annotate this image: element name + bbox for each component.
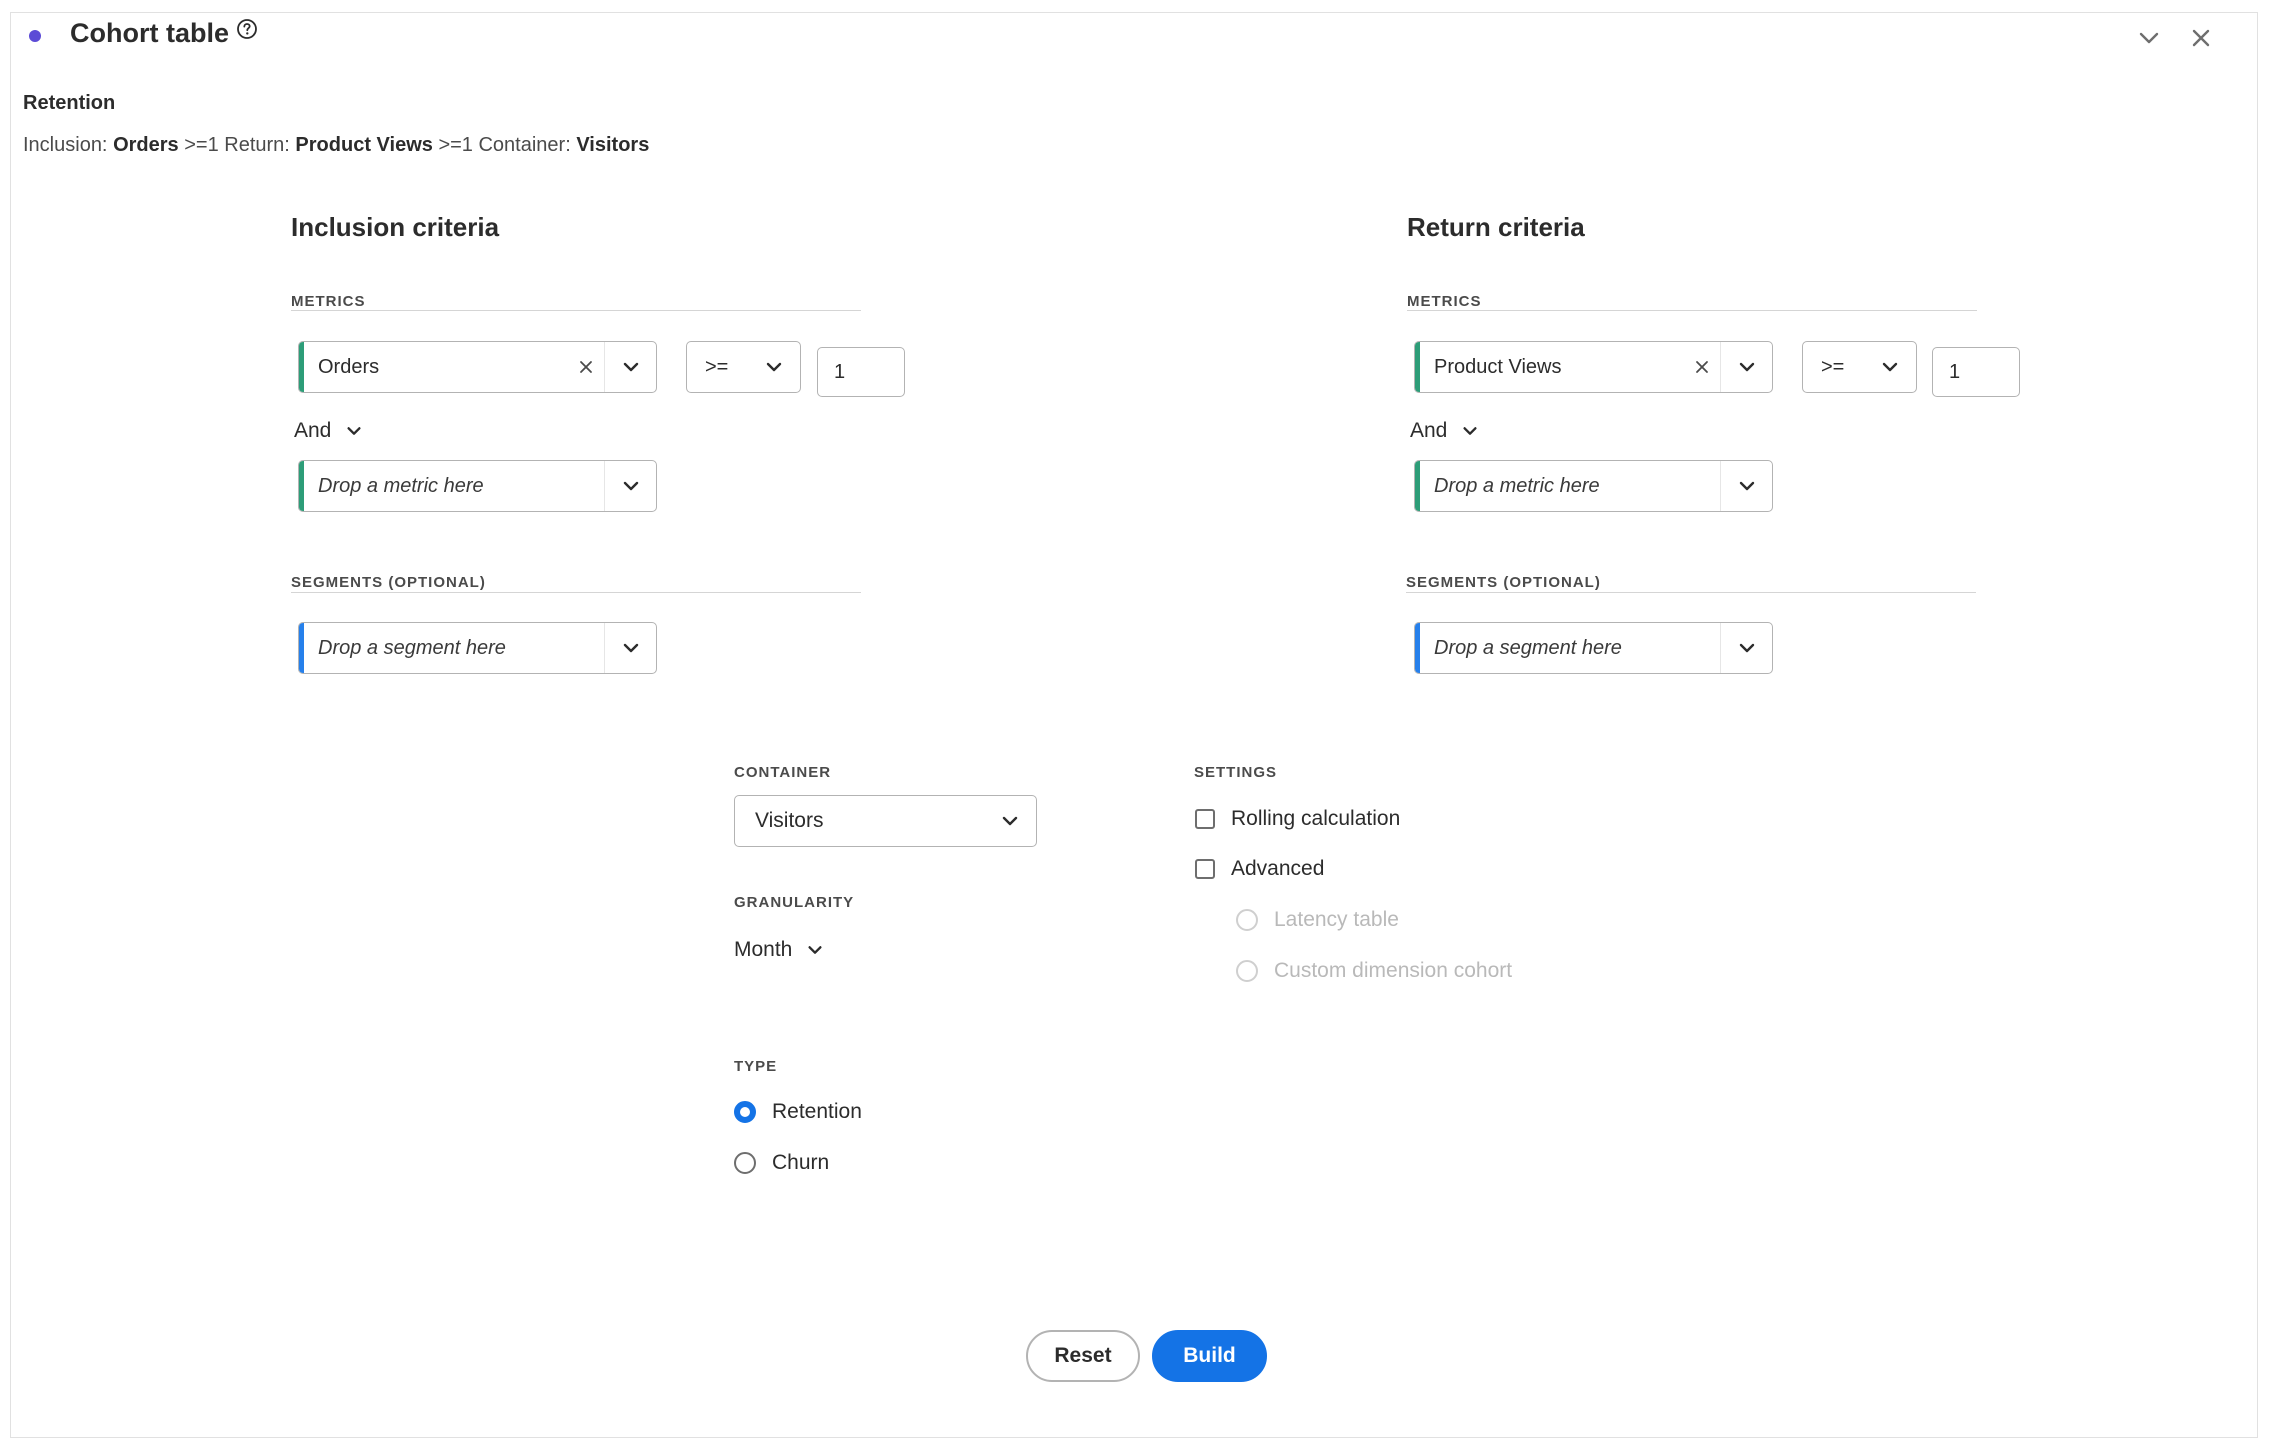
- cohort-type-heading: Retention: [23, 92, 116, 114]
- advanced-checkbox[interactable]: Advanced: [1195, 857, 1324, 881]
- rolling-calculation-checkbox[interactable]: Rolling calculation: [1195, 807, 1400, 831]
- chevron-down-icon: [1002, 816, 1018, 826]
- inclusion-add-metric-dropzone[interactable]: Drop a metric here: [298, 460, 657, 512]
- return-value-input[interactable]: [1932, 347, 2020, 397]
- radio-disabled-icon: [1236, 960, 1258, 982]
- and-label: And: [294, 419, 332, 442]
- summary-return-condition: >=1: [438, 134, 473, 156]
- chevron-down-icon: [1463, 427, 1477, 435]
- type-option-churn[interactable]: Churn: [734, 1151, 829, 1175]
- inclusion-segments-divider: [291, 592, 861, 593]
- and-label: And: [1410, 419, 1448, 442]
- panel-title: Cohort table: [70, 18, 229, 48]
- summary-inclusion-condition: >=1: [184, 134, 219, 156]
- return-metrics-label: METRICS: [1407, 293, 1482, 310]
- clear-icon[interactable]: [568, 342, 604, 392]
- settings-label: SETTINGS: [1194, 764, 1278, 781]
- summary-return-label: Return:: [224, 134, 290, 156]
- cohort-summary: Inclusion: Orders >=1 Return: Product Vi…: [23, 134, 649, 157]
- return-segments-divider: [1406, 592, 1976, 593]
- inclusion-and-toggle[interactable]: And: [294, 419, 363, 443]
- type-option-retention[interactable]: Retention: [734, 1100, 862, 1124]
- checkbox-icon[interactable]: [1195, 809, 1215, 829]
- inclusion-segment-dropzone[interactable]: Drop a segment here: [298, 622, 657, 674]
- return-and-toggle[interactable]: And: [1410, 419, 1479, 443]
- type-label: TYPE: [734, 1058, 778, 1075]
- summary-container-value: Visitors: [576, 134, 650, 156]
- summary-return-metric: Product Views: [295, 134, 433, 156]
- chevron-down-icon[interactable]: [604, 342, 656, 392]
- inclusion-metric-label: Orders: [318, 355, 380, 378]
- container-select[interactable]: Visitors: [734, 795, 1037, 847]
- help-icon[interactable]: [236, 18, 258, 40]
- return-metrics-divider: [1407, 310, 1977, 311]
- chevron-down-icon[interactable]: [1720, 623, 1772, 673]
- granularity-label: GRANULARITY: [734, 894, 855, 911]
- return-operator-value: >=: [1821, 355, 1845, 378]
- custom-dimension-cohort-label: Custom dimension cohort: [1274, 959, 1513, 982]
- return-metric-label: Product Views: [1434, 355, 1562, 378]
- rolling-calculation-label: Rolling calculation: [1231, 807, 1401, 830]
- advanced-label: Advanced: [1231, 857, 1325, 880]
- latency-table-label: Latency table: [1274, 908, 1399, 931]
- inclusion-segments-label: SEGMENTS (OPTIONAL): [291, 574, 486, 591]
- return-segments-label: SEGMENTS (OPTIONAL): [1406, 574, 1601, 591]
- checkbox-icon[interactable]: [1195, 859, 1215, 879]
- chevron-down-icon: [766, 362, 782, 372]
- segment-placeholder: Drop a segment here: [318, 636, 506, 659]
- chevron-down-icon[interactable]: [1720, 461, 1772, 511]
- granularity-picker[interactable]: Month: [734, 938, 824, 962]
- inclusion-metrics-divider: [291, 310, 861, 311]
- summary-inclusion-label: Inclusion:: [23, 134, 108, 156]
- return-segment-dropzone[interactable]: Drop a segment here: [1414, 622, 1773, 674]
- reset-button[interactable]: Reset: [1026, 1330, 1140, 1382]
- chevron-down-icon[interactable]: [2135, 24, 2163, 52]
- panel-indicator-dot: [29, 30, 41, 42]
- container-label: CONTAINER: [734, 764, 832, 781]
- chevron-down-icon: [808, 946, 822, 954]
- return-criteria-title: Return criteria: [1407, 212, 1585, 242]
- chevron-down-icon[interactable]: [604, 461, 656, 511]
- type-option-label: Retention: [772, 1100, 862, 1123]
- chevron-down-icon[interactable]: [1720, 342, 1772, 392]
- type-option-label: Churn: [772, 1151, 830, 1174]
- summary-inclusion-metric: Orders: [113, 134, 179, 156]
- summary-container-label: Container:: [478, 134, 571, 156]
- inclusion-operator-value: >=: [705, 355, 729, 378]
- latency-table-option: Latency table: [1236, 908, 1399, 932]
- chevron-down-icon: [1882, 362, 1898, 372]
- metric-placeholder: Drop a metric here: [318, 474, 484, 497]
- chevron-down-icon: [347, 427, 361, 435]
- radio-icon[interactable]: [734, 1152, 756, 1174]
- chevron-down-icon[interactable]: [604, 623, 656, 673]
- custom-dimension-cohort-option: Custom dimension cohort: [1236, 959, 1512, 983]
- return-metric-dropzone[interactable]: Product Views: [1414, 341, 1773, 393]
- inclusion-metric-dropzone[interactable]: Orders: [298, 341, 657, 393]
- radio-disabled-icon: [1236, 909, 1258, 931]
- inclusion-value-input[interactable]: [817, 347, 905, 397]
- segment-placeholder: Drop a segment here: [1434, 636, 1622, 659]
- inclusion-operator-select[interactable]: >=: [686, 341, 801, 393]
- metric-placeholder: Drop a metric here: [1434, 474, 1600, 497]
- return-operator-select[interactable]: >=: [1802, 341, 1917, 393]
- container-value: Visitors: [755, 809, 824, 832]
- close-icon[interactable]: [2187, 24, 2215, 52]
- clear-icon[interactable]: [1684, 342, 1720, 392]
- inclusion-criteria-title: Inclusion criteria: [291, 212, 500, 242]
- inclusion-metrics-label: METRICS: [291, 293, 366, 310]
- build-button[interactable]: Build: [1152, 1330, 1267, 1382]
- granularity-value: Month: [734, 938, 793, 961]
- return-add-metric-dropzone[interactable]: Drop a metric here: [1414, 460, 1773, 512]
- radio-selected-icon[interactable]: [734, 1101, 756, 1123]
